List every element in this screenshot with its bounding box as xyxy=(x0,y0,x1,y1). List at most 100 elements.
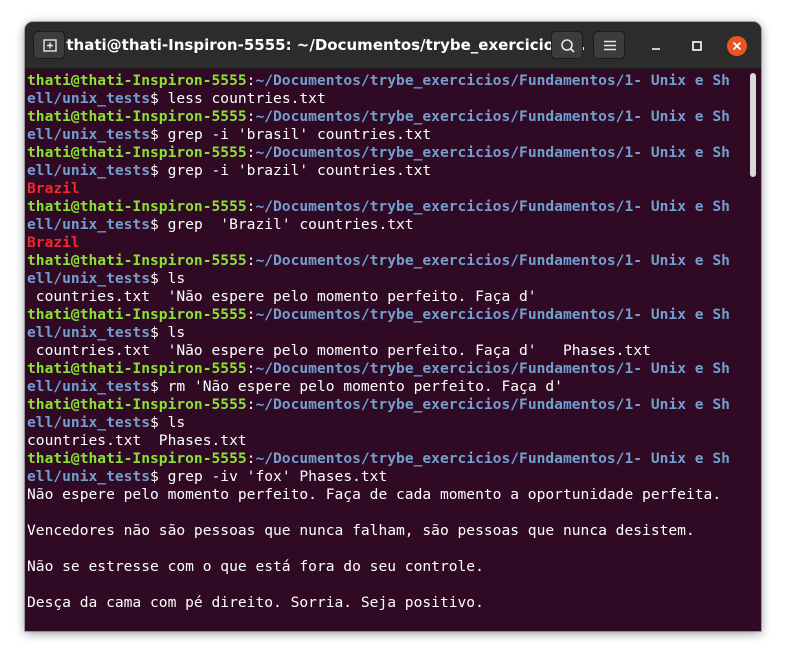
prompt-path: ell/unix_tests xyxy=(27,468,151,485)
prompt-line: thati@thati-Inspiron-5555:~/Documentos/t… xyxy=(27,198,730,216)
command-text: rm 'Não espere pelo momento perfeito. Fa… xyxy=(167,378,563,395)
command-text: grep -i 'brazil' countries.txt xyxy=(167,162,432,179)
output-line: countries.txt 'Não espere pelo momento p… xyxy=(27,288,730,306)
prompt-symbol: $ xyxy=(150,270,168,287)
prompt-path: ~/Documentos/trybe_exercicios/Fundamento… xyxy=(255,198,730,215)
output-text: Desça da cama com pé direito. Sorria. Se… xyxy=(27,594,484,611)
prompt-path: ~/Documentos/trybe_exercicios/Fundamento… xyxy=(255,72,730,89)
prompt-line-wrap: ell/unix_tests$ ls xyxy=(27,270,730,288)
prompt-line: thati@thati-Inspiron-5555:~/Documentos/t… xyxy=(27,252,730,270)
prompt-line: thati@thati-Inspiron-5555:~/Documentos/t… xyxy=(27,306,730,324)
output-text: Vencedores não são pessoas que nunca fal… xyxy=(27,522,695,539)
prompt-user-host: thati@thati-Inspiron-5555 xyxy=(27,72,247,89)
maximize-button[interactable] xyxy=(685,33,709,57)
command-text: grep -i 'brasil' countries.txt xyxy=(167,126,432,143)
prompt-symbol: $ xyxy=(150,378,168,395)
prompt-path: ~/Documentos/trybe_exercicios/Fundamento… xyxy=(255,360,730,377)
output-line: countries.txt Phases.txt xyxy=(27,432,730,450)
prompt-path: ell/unix_tests xyxy=(27,414,151,431)
output-line: Brazil xyxy=(27,180,730,198)
prompt-path: ell/unix_tests xyxy=(27,378,151,395)
output-text: Não espere pelo momento perfeito. Faça d… xyxy=(27,486,722,503)
prompt-line-wrap: ell/unix_tests$ rm 'Não espere pelo mome… xyxy=(27,378,730,396)
prompt-path: ell/unix_tests xyxy=(27,270,151,287)
prompt-path: ~/Documentos/trybe_exercicios/Fundamento… xyxy=(255,306,730,323)
command-text: ls xyxy=(167,270,186,287)
prompt-path: ~/Documentos/trybe_exercicios/Fundamento… xyxy=(255,108,730,125)
prompt-symbol: $ xyxy=(150,216,168,233)
terminal-lines: thati@thati-Inspiron-5555:~/Documentos/t… xyxy=(27,72,730,612)
prompt-symbol: $ xyxy=(150,324,168,341)
prompt-user-host: thati@thati-Inspiron-5555 xyxy=(27,450,247,467)
prompt-path: ~/Documentos/trybe_exercicios/Fundamento… xyxy=(255,450,730,467)
prompt-path: ell/unix_tests xyxy=(27,126,151,143)
prompt-line-wrap: ell/unix_tests$ ls xyxy=(27,414,730,432)
grep-match: Brazil xyxy=(27,180,80,197)
output-line: Não se estresse com o que está fora do s… xyxy=(27,558,730,576)
search-icon xyxy=(561,39,575,53)
output-text: countries.txt Phases.txt xyxy=(27,432,247,449)
title-bar[interactable]: thati@thati-Inspiron-5555: ~/Documentos/… xyxy=(25,22,761,69)
prompt-line: thati@thati-Inspiron-5555:~/Documentos/t… xyxy=(27,72,730,90)
prompt-user-host: thati@thati-Inspiron-5555 xyxy=(27,396,247,413)
scrollbar-thumb[interactable] xyxy=(750,73,756,177)
menu-button[interactable] xyxy=(593,31,625,59)
prompt-line-wrap: ell/unix_tests$ less countries.txt xyxy=(27,90,730,108)
prompt-path: ~/Documentos/trybe_exercicios/Fundamento… xyxy=(255,396,730,413)
output-line: Não espere pelo momento perfeito. Faça d… xyxy=(27,486,730,504)
prompt-path: ell/unix_tests xyxy=(27,324,151,341)
output-line: Brazil xyxy=(27,234,730,252)
close-button[interactable] xyxy=(725,33,749,57)
prompt-line-wrap: ell/unix_tests$ grep 'Brazil' countries.… xyxy=(27,216,730,234)
command-text: grep 'Brazil' countries.txt xyxy=(167,216,414,233)
output-text: countries.txt 'Não espere pelo momento p… xyxy=(27,288,537,305)
prompt-path: ell/unix_tests xyxy=(27,162,151,179)
output-line: Desça da cama com pé direito. Sorria. Se… xyxy=(27,594,730,612)
prompt-user-host: thati@thati-Inspiron-5555 xyxy=(27,198,247,215)
prompt-path: ell/unix_tests xyxy=(27,90,151,107)
close-icon xyxy=(732,41,742,51)
hamburger-menu-icon xyxy=(604,40,616,51)
prompt-path: ~/Documentos/trybe_exercicios/Fundamento… xyxy=(255,252,730,269)
prompt-symbol: $ xyxy=(150,126,168,143)
prompt-user-host: thati@thati-Inspiron-5555 xyxy=(27,252,247,269)
prompt-line-wrap: ell/unix_tests$ grep -iv 'fox' Phases.tx… xyxy=(27,468,730,486)
search-button[interactable] xyxy=(551,31,583,59)
prompt-user-host: thati@thati-Inspiron-5555 xyxy=(27,306,247,323)
minimize-button[interactable] xyxy=(644,33,668,57)
command-text: ls xyxy=(167,414,186,431)
prompt-symbol: $ xyxy=(150,90,168,107)
command-text: grep -iv 'fox' Phases.txt xyxy=(167,468,388,485)
prompt-symbol: $ xyxy=(150,468,168,485)
prompt-path: ell/unix_tests xyxy=(27,216,151,233)
prompt-user-host: thati@thati-Inspiron-5555 xyxy=(27,108,247,125)
maximize-icon xyxy=(692,41,702,51)
prompt-line: thati@thati-Inspiron-5555:~/Documentos/t… xyxy=(27,108,730,126)
prompt-user-host: thati@thati-Inspiron-5555 xyxy=(27,144,247,161)
output-text: countries.txt 'Não espere pelo momento p… xyxy=(27,342,651,359)
prompt-line: thati@thati-Inspiron-5555:~/Documentos/t… xyxy=(27,450,730,468)
terminal-window: thati@thati-Inspiron-5555: ~/Documentos/… xyxy=(25,22,761,631)
grep-match: Brazil xyxy=(27,234,80,251)
prompt-symbol: $ xyxy=(150,162,168,179)
output-line: countries.txt 'Não espere pelo momento p… xyxy=(27,342,730,360)
command-text: ls xyxy=(167,324,186,341)
prompt-line-wrap: ell/unix_tests$ ls xyxy=(27,324,730,342)
output-text: Não se estresse com o que está fora do s… xyxy=(27,558,484,575)
prompt-line: thati@thati-Inspiron-5555:~/Documentos/t… xyxy=(27,144,730,162)
prompt-symbol: $ xyxy=(150,414,168,431)
scrollbar[interactable] xyxy=(750,73,756,177)
command-text: less countries.txt xyxy=(167,90,326,107)
prompt-line-wrap: ell/unix_tests$ grep -i 'brasil' countri… xyxy=(27,126,730,144)
prompt-line: thati@thati-Inspiron-5555:~/Documentos/t… xyxy=(27,396,730,414)
prompt-line: thati@thati-Inspiron-5555:~/Documentos/t… xyxy=(27,360,730,378)
prompt-path: ~/Documentos/trybe_exercicios/Fundamento… xyxy=(255,144,730,161)
terminal-output[interactable]: thati@thati-Inspiron-5555:~/Documentos/t… xyxy=(25,69,761,631)
prompt-user-host: thati@thati-Inspiron-5555 xyxy=(27,360,247,377)
output-line: Vencedores não são pessoas que nunca fal… xyxy=(27,522,730,540)
window-title: thati@thati-Inspiron-5555: ~/Documentos/… xyxy=(66,36,586,54)
minimize-icon xyxy=(652,48,660,50)
